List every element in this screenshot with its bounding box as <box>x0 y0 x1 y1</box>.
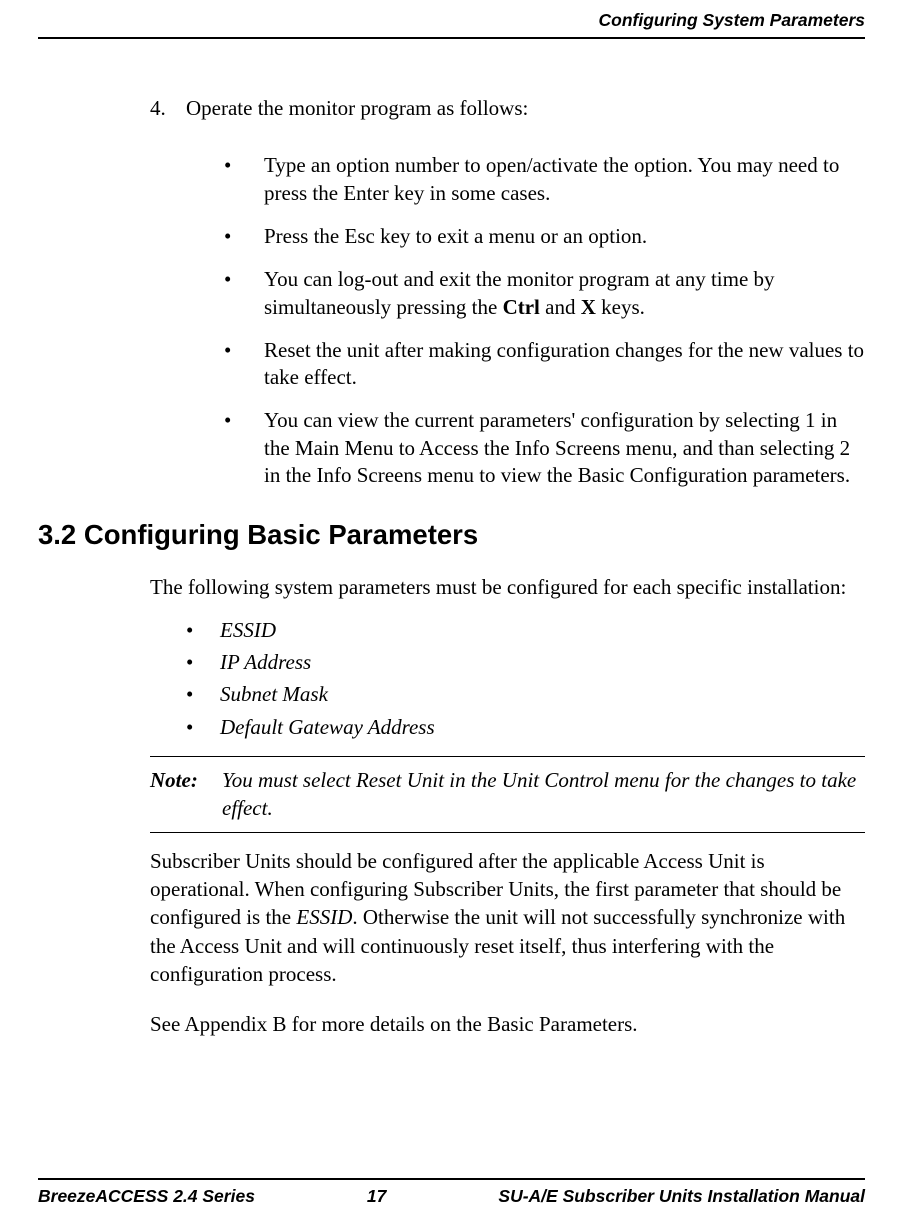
param-label: IP Address <box>220 648 865 676</box>
bullet-icon: • <box>224 337 264 392</box>
param-list: •ESSID •IP Address •Subnet Mask •Default… <box>186 616 865 741</box>
param-label: ESSID <box>220 616 865 644</box>
list-item: •You can log-out and exit the monitor pr… <box>224 266 865 321</box>
bullet-icon: • <box>224 223 264 250</box>
page-content: 4. Operate the monitor program as follow… <box>0 39 903 1178</box>
param-label: Default Gateway Address <box>220 713 865 741</box>
footer-row: BreezeACCESS 2.4 Series 17 SU-A/E Subscr… <box>38 1186 865 1207</box>
bullet-icon: • <box>224 407 264 489</box>
footer-right: SU-A/E Subscriber Units Installation Man… <box>498 1186 865 1207</box>
bullet-icon: • <box>224 152 264 207</box>
list-item: •Default Gateway Address <box>186 713 865 741</box>
bullet-text: You can log-out and exit the monitor pro… <box>264 266 865 321</box>
step-4: 4. Operate the monitor program as follow… <box>150 94 865 122</box>
bullet-icon: • <box>186 648 220 676</box>
list-item: •Reset the unit after making configurati… <box>224 337 865 392</box>
bullet-icon: • <box>186 616 220 644</box>
note-label: Note: <box>150 766 222 823</box>
list-item: •Press the Esc key to exit a menu or an … <box>224 223 865 250</box>
note-text: You must select Reset Unit in the Unit C… <box>222 766 865 823</box>
footer-left: BreezeACCESS 2.4 Series <box>38 1186 255 1207</box>
list-item: •ESSID <box>186 616 865 644</box>
footer-page-number: 17 <box>367 1186 386 1207</box>
list-item: •You can view the current parameters' co… <box>224 407 865 489</box>
param-label: Subnet Mask <box>220 680 865 708</box>
page-header: Configuring System Parameters <box>0 0 903 37</box>
list-item: •Type an option number to open/activate … <box>224 152 865 207</box>
bullet-icon: • <box>186 713 220 741</box>
section-body: The following system parameters must be … <box>150 573 865 1038</box>
footer-rule <box>38 1178 865 1180</box>
list-item: •Subnet Mask <box>186 680 865 708</box>
section-heading: 3.2 Configuring Basic Parameters <box>38 519 865 551</box>
step-text: Operate the monitor program as follows: <box>186 94 528 122</box>
header-title: Configuring System Parameters <box>38 10 865 31</box>
page-root: Configuring System Parameters 4. Operate… <box>0 0 903 1229</box>
bullet-icon: • <box>186 680 220 708</box>
bullet-text: Type an option number to open/activate t… <box>264 152 865 207</box>
bullet-text: You can view the current parameters' con… <box>264 407 865 489</box>
body-paragraph-1: Subscriber Units should be configured af… <box>150 847 865 989</box>
body-paragraph-2: See Appendix B for more details on the B… <box>150 1010 865 1038</box>
bullet-text: Press the Esc key to exit a menu or an o… <box>264 223 865 250</box>
section-intro: The following system parameters must be … <box>150 573 865 601</box>
bullet-text: Reset the unit after making configuratio… <box>264 337 865 392</box>
step-number: 4. <box>150 94 186 122</box>
list-item: •IP Address <box>186 648 865 676</box>
step-4-bullets: •Type an option number to open/activate … <box>224 152 865 489</box>
bullet-icon: • <box>224 266 264 321</box>
note-box: Note: You must select Reset Unit in the … <box>150 756 865 833</box>
page-footer: BreezeACCESS 2.4 Series 17 SU-A/E Subscr… <box>0 1178 903 1229</box>
